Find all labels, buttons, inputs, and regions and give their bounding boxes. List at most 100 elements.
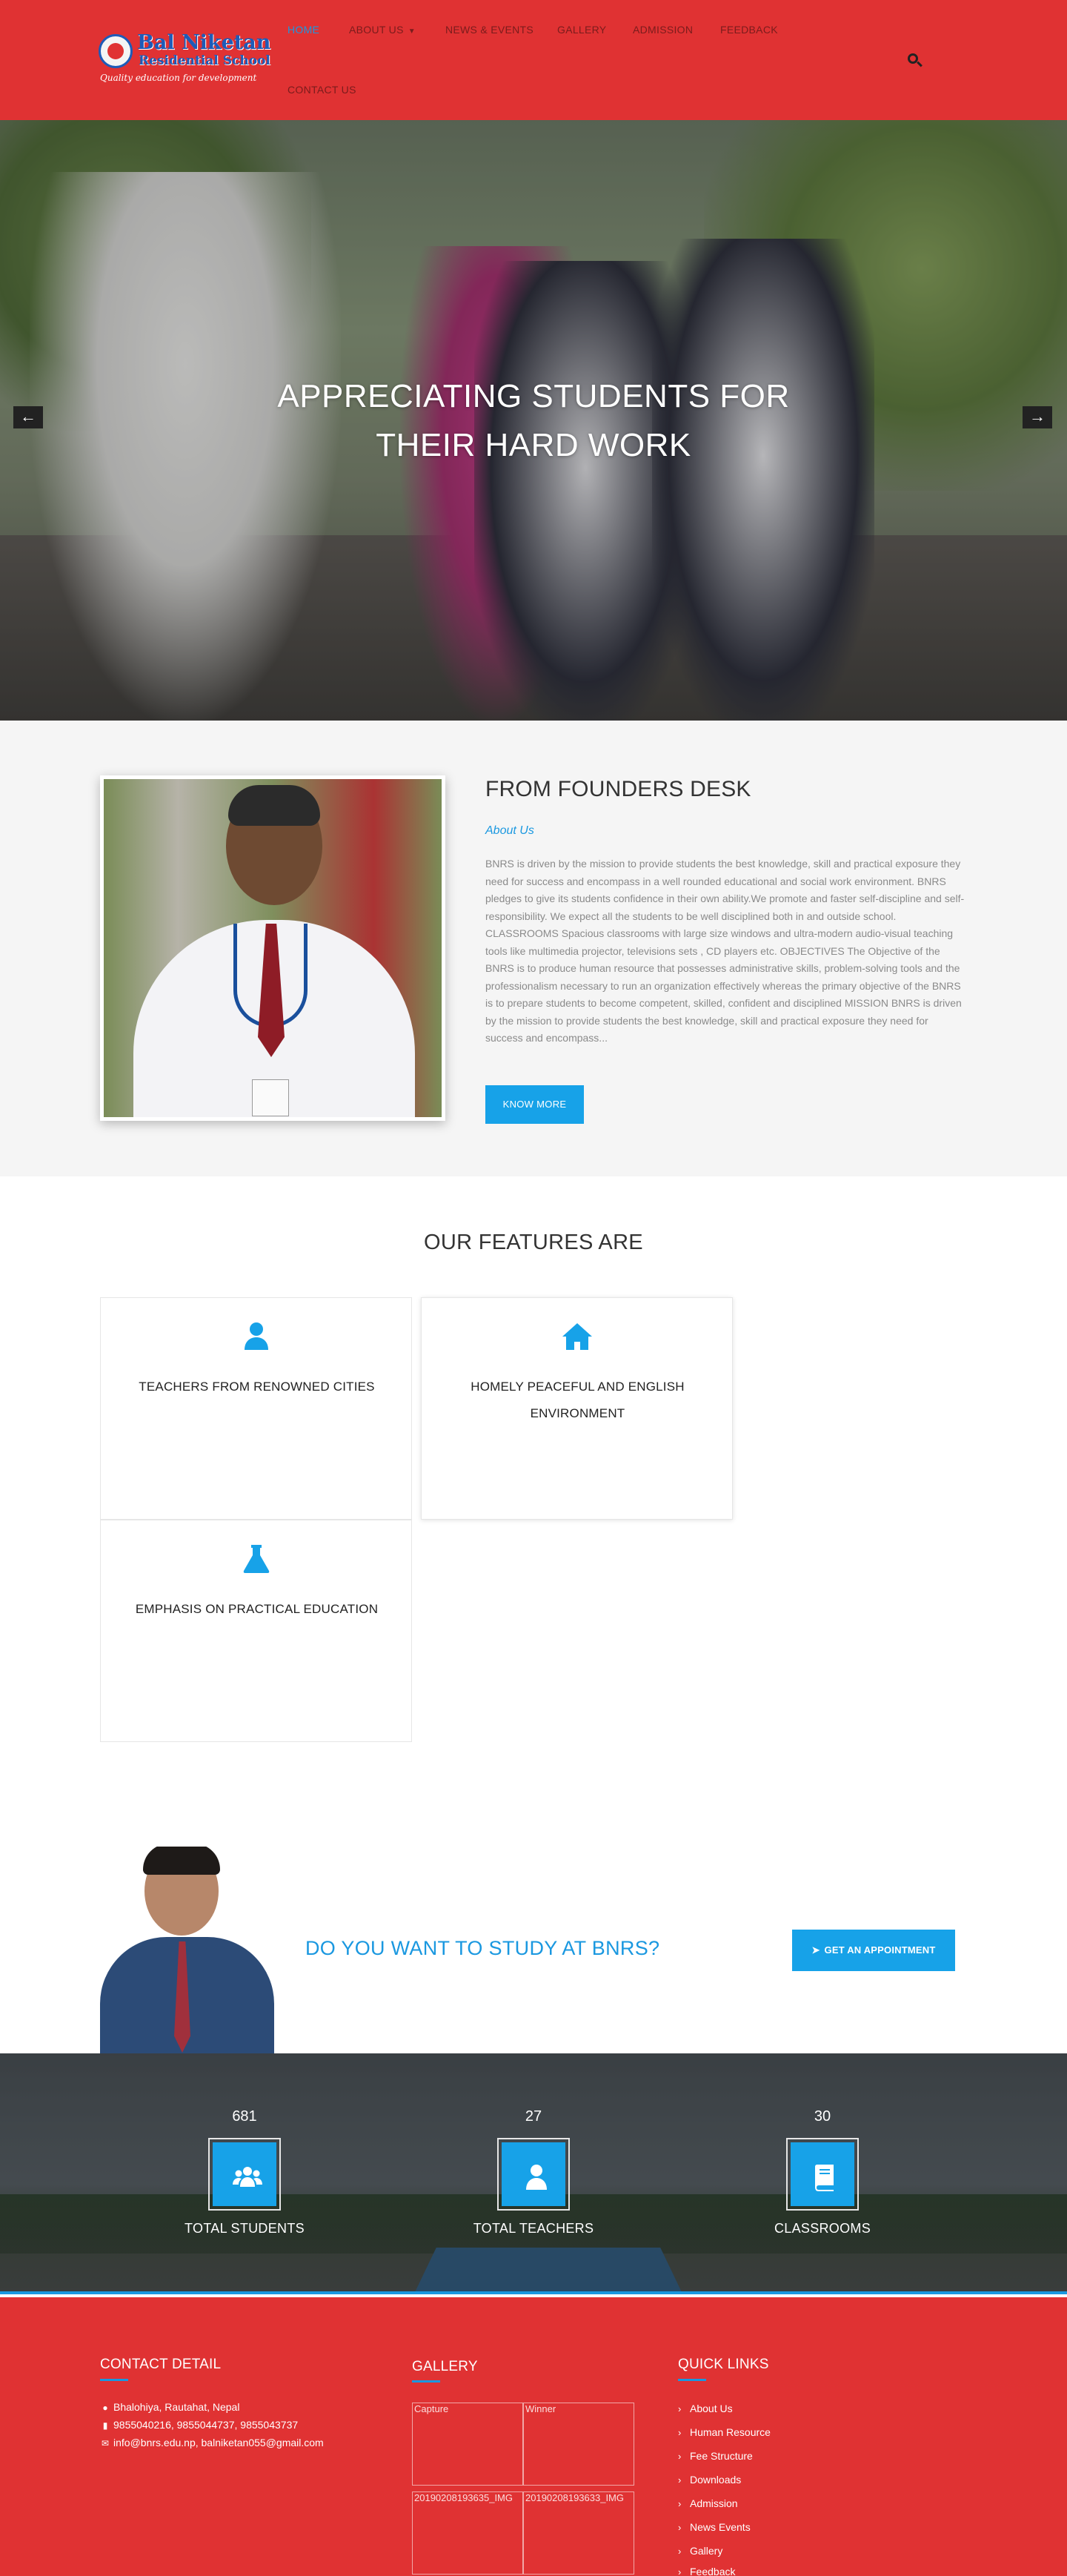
chevron-right-icon: › (678, 2522, 682, 2533)
logo-tagline: Quality education for development (100, 73, 257, 83)
gallery-thumb-alt: 20190208193633_IMG (525, 2492, 625, 2503)
nav-gallery[interactable]: GALLERY (557, 24, 606, 36)
nav-admission-label: ADMISSION (633, 24, 694, 36)
gallery-title-underline (412, 2380, 440, 2383)
envelope-icon: ✉ (101, 2438, 110, 2448)
stat-label: CLASSROOMS (774, 2221, 871, 2236)
home-icon (562, 1323, 592, 1350)
book-icon (815, 2165, 834, 2191)
gallery-thumb-alt: Capture (414, 2403, 449, 2414)
stats-section: 681 TOTAL STUDENTS 27 TOTAL TEACHERS 30 (0, 2053, 1067, 2294)
quick-link-feedback[interactable]: › Feedback (678, 2566, 735, 2576)
feature-label: TEACHERS FROM RENOWNED CITIES (139, 1380, 375, 1394)
user-icon (526, 2165, 547, 2190)
feature-card-environment: HOMELY PEACEFUL AND ENGLISH ENVIRONMENT (421, 1297, 733, 1520)
nav-admission[interactable]: ADMISSION (633, 24, 693, 36)
stat-classrooms: 30 CLASSROOMS (734, 2105, 911, 2236)
quick-link-label: Downloads (690, 2474, 742, 2486)
stat-label: TOTAL TEACHERS (473, 2221, 594, 2236)
chevron-right-icon: › (678, 2498, 682, 2509)
logo-name: Bal Niketan (137, 31, 271, 54)
hero-slider: APPRECIATING STUDENTS FOR THEIR HARD WOR… (0, 120, 1067, 721)
nav-contact-us-label: CONTACT US (287, 84, 356, 96)
chevron-right-icon: › (678, 2474, 682, 2486)
contact-email[interactable]: ✉ info@bnrs.edu.np, balniketan055@gmail.c… (100, 2437, 324, 2448)
get-appointment-button[interactable]: ➤ GET AN APPOINTMENT (792, 1930, 955, 1971)
users-icon (233, 2167, 262, 2187)
site-footer: CONTACT DETAIL ● Bhalohiya, Rautahat, Nep… (0, 2297, 1067, 2576)
get-appointment-label: GET AN APPOINTMENT (824, 1944, 936, 1956)
gallery-thumb[interactable]: 20190208193635_IMG (412, 2491, 523, 2575)
gallery-thumb-alt: 20190208193635_IMG (414, 2492, 513, 2503)
quick-link-label: Admission (690, 2497, 738, 2509)
nav-home[interactable]: HOME (287, 24, 319, 36)
study-cta-section: DO YOU WANT TO STUDY AT BNRS? ➤ GET AN AP… (0, 1816, 1067, 2053)
quick-link-label: Human Resource (690, 2426, 771, 2438)
features-title: OUR FEATURES ARE (424, 1231, 643, 1254)
contact-title: CONTACT DETAIL (100, 2357, 222, 2372)
quick-link-about-us[interactable]: › About Us (678, 2403, 733, 2414)
chevron-right-icon: › (678, 2546, 682, 2557)
feature-label: HOMELY PEACEFUL AND ENGLISH ENVIRONMENT (471, 1380, 685, 1420)
slider-next-button[interactable]: → (1023, 406, 1052, 428)
quick-link-label: Gallery (690, 2545, 723, 2557)
cta-question: DO YOU WANT TO STUDY AT BNRS? (305, 1937, 660, 1959)
nav-about-us[interactable]: ABOUT US ▼ (349, 24, 416, 36)
chevron-right-icon: › (678, 2427, 682, 2438)
stat-value: 30 (814, 2108, 831, 2125)
quick-links-title: QUICK LINKS (678, 2357, 769, 2372)
site-header: Bal Niketan Residential School Quality e… (0, 0, 1067, 120)
quick-link-news-events[interactable]: › News Events (678, 2521, 751, 2533)
slider-prev-button[interactable]: ← (13, 406, 43, 428)
chevron-right-icon: › (678, 2403, 682, 2414)
nav-feedback[interactable]: FEEDBACK (720, 24, 778, 36)
feature-card-teachers: TEACHERS FROM RENOWNED CITIES (100, 1297, 412, 1520)
chevron-down-icon: ▼ (408, 27, 416, 36)
nav-feedback-label: FEEDBACK (720, 24, 778, 36)
feature-label: EMPHASIS ON PRACTICAL EDUCATION (135, 1602, 379, 1616)
quick-links-title-underline (678, 2379, 706, 2381)
mobile-icon: ▮ (102, 2420, 108, 2431)
main-nav: HOME ABOUT US ▼ NEWS & EVENTS GALLERY ADM… (287, 0, 880, 120)
quick-link-gallery[interactable]: › Gallery (678, 2545, 722, 2557)
quick-link-label: Fee Structure (690, 2450, 753, 2462)
school-logo[interactable]: Bal Niketan Residential School Quality e… (99, 30, 271, 89)
nav-news-events[interactable]: NEWS & EVENTS (445, 24, 534, 36)
paper-plane-icon: ➤ (811, 1944, 820, 1956)
contact-phone[interactable]: ▮ 9855040216, 9855044737, 9855043737 (100, 2419, 298, 2431)
nav-gallery-label: GALLERY (557, 24, 607, 36)
contact-title-underline (100, 2379, 128, 2381)
gallery-thumb[interactable]: 20190208193633_IMG (523, 2491, 634, 2575)
quick-link-human-resource[interactable]: › Human Resource (678, 2426, 771, 2438)
founders-desk-section: FROM FOUNDERS DESK About Us BNRS is driv… (0, 721, 1067, 1176)
search-icon[interactable] (906, 52, 924, 70)
arrow-right-icon: → (1029, 407, 1046, 426)
map-marker-icon: ● (102, 2403, 108, 2413)
logo-emblem-icon (99, 34, 133, 68)
gallery-title: GALLERY (412, 2359, 478, 2374)
contact-address: ● Bhalohiya, Rautahat, Nepal (100, 2401, 239, 2413)
quick-link-downloads[interactable]: › Downloads (678, 2474, 741, 2486)
quick-link-fee-structure[interactable]: › Fee Structure (678, 2450, 753, 2462)
quick-link-admission[interactable]: › Admission (678, 2497, 738, 2509)
gallery-thumb[interactable]: Winner (523, 2403, 634, 2486)
stat-value: 681 (232, 2108, 257, 2125)
stat-total-teachers: 27 TOTAL TEACHERS (445, 2105, 622, 2236)
quick-link-label: News Events (690, 2521, 751, 2533)
know-more-button[interactable]: KNOW MORE (485, 1085, 584, 1124)
gallery-thumb[interactable]: Capture (412, 2403, 523, 2486)
nav-about-us-label: ABOUT US (349, 24, 404, 36)
stat-total-students: 681 TOTAL STUDENTS (156, 2105, 333, 2236)
hero-title-line-1: APPRECIATING STUDENTS FOR (277, 378, 790, 414)
nav-news-events-label: NEWS & EVENTS (445, 24, 534, 36)
nav-contact-us[interactable]: CONTACT US (287, 84, 356, 96)
founders-title: FROM FOUNDERS DESK (485, 777, 751, 801)
founders-subtitle: About Us (485, 824, 534, 837)
founder-photo (100, 775, 445, 1121)
nav-home-label: HOME (287, 24, 320, 36)
user-icon (244, 1322, 268, 1350)
founders-description: BNRS is driven by the mission to provide… (485, 858, 965, 1044)
chevron-right-icon: › (678, 2451, 682, 2462)
hero-title: APPRECIATING STUDENTS FOR THEIR HARD WOR… (237, 372, 830, 470)
hero-title-line-2: THEIR HARD WORK (376, 427, 691, 463)
